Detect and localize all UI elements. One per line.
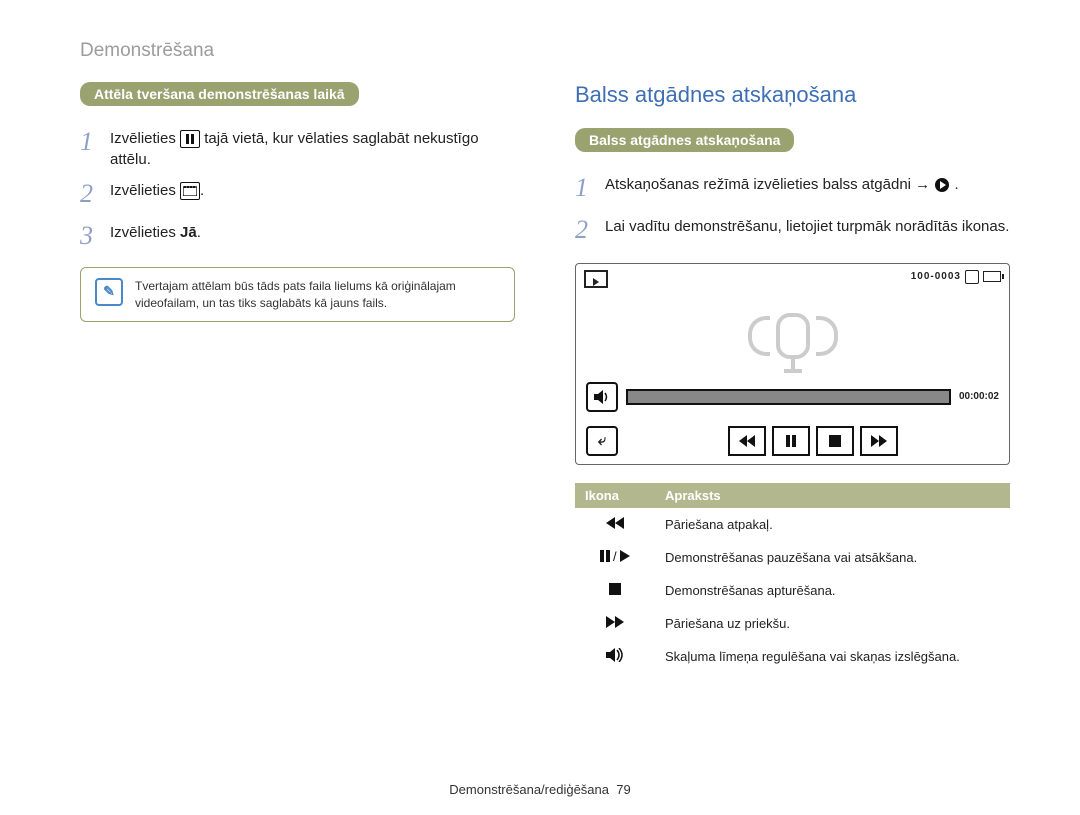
- pause-icon: [180, 130, 200, 148]
- footer-text: Demonstrēšana/rediģēšana: [449, 782, 609, 797]
- back-button[interactable]: ⤶: [586, 426, 618, 456]
- th-icon: Ikona: [575, 483, 655, 508]
- right-section-bar: Balss atgādnes atskaņošana: [575, 128, 794, 152]
- capture-icon: [180, 182, 200, 200]
- stop-icon: [575, 574, 655, 607]
- row-desc: Pāriešana uz priekšu.: [655, 607, 1010, 640]
- r-step-2: 2 Lai vadītu demonstrēšanu, lietojiet tu…: [575, 212, 1010, 248]
- pause-button[interactable]: [772, 426, 810, 456]
- step3-text-a: Izvēlieties: [110, 224, 180, 241]
- microphone-icon: [776, 313, 810, 359]
- wave-right-icon: [816, 316, 838, 356]
- left-section-bar: Attēla tveršana demonstrēšanas laikā: [80, 82, 359, 106]
- page-number: 79: [616, 782, 630, 797]
- r-step-1: 1 Atskaņošanas režīmā izvēlieties balss …: [575, 170, 1010, 206]
- elapsed-time: 00:00:02: [959, 391, 999, 402]
- step1-text-a: Izvēlieties: [110, 130, 180, 147]
- note-box: ✎ Tvertajam attēlam būs tāds pats faila …: [80, 267, 515, 323]
- step-number: 1: [80, 124, 110, 160]
- play-circle-icon: [934, 176, 954, 193]
- right-column: Balss atgādnes atskaņošana Balss atgādne…: [575, 82, 1010, 674]
- row-desc: Pāriešana atpakaļ.: [655, 508, 1010, 541]
- wave-left-icon: [748, 316, 770, 356]
- row-desc: Demonstrēšanas pauzēšana vai atsākšana.: [655, 541, 1010, 574]
- mode-icon: [584, 270, 608, 293]
- step-number: 1: [575, 170, 605, 206]
- progress-bar[interactable]: [626, 389, 951, 405]
- rewind-button[interactable]: [728, 426, 766, 456]
- step-number: 3: [80, 218, 110, 254]
- step-1: 1 Izvēlieties tajā vietā, kur vēlaties s…: [80, 124, 515, 170]
- playback-preview: 100-0003 00:00:02 ⤶: [575, 263, 1010, 465]
- forward-button[interactable]: [860, 426, 898, 456]
- step-2: 2 Izvēlieties .: [80, 176, 515, 212]
- breadcrumb: Demonstrēšana: [80, 40, 1010, 62]
- table-row: Pāriešana atpakaļ.: [575, 508, 1010, 541]
- volume-icon: [575, 640, 655, 674]
- note-text: Tvertajam attēlam būs tāds pats faila li…: [135, 278, 500, 312]
- th-desc: Apraksts: [655, 483, 1010, 508]
- storage-icon: [965, 270, 979, 284]
- stop-button[interactable]: [816, 426, 854, 456]
- section-title: Balss atgādnes atskaņošana: [575, 82, 1010, 108]
- row-desc: Demonstrēšanas apturēšana.: [655, 574, 1010, 607]
- rstep1-text: Atskaņošanas režīmā izvēlieties balss at…: [605, 176, 934, 193]
- file-counter: 100-0003: [911, 271, 961, 282]
- table-row: Pāriešana uz priekšu.: [575, 607, 1010, 640]
- svg-text:/: /: [613, 550, 617, 562]
- forward-icon: [575, 607, 655, 640]
- left-column: Attēla tveršana demonstrēšanas laikā 1 I…: [80, 82, 515, 674]
- step3-yes: Jā: [180, 224, 197, 241]
- rewind-icon: [575, 508, 655, 541]
- rstep2-text: Lai vadītu demonstrēšanu, lietojiet turp…: [605, 212, 1009, 237]
- table-row: / Demonstrēšanas pauzēšana vai atsākšana…: [575, 541, 1010, 574]
- table-row: Skaļuma līmeņa regulēšana vai skaņas izs…: [575, 640, 1010, 674]
- step-number: 2: [575, 212, 605, 248]
- pause-play-icon: /: [575, 541, 655, 574]
- step2-text: Izvēlieties: [110, 182, 180, 199]
- table-row: Demonstrēšanas apturēšana.: [575, 574, 1010, 607]
- battery-icon: [983, 271, 1001, 282]
- volume-button[interactable]: [586, 382, 618, 412]
- step-number: 2: [80, 176, 110, 212]
- note-icon: ✎: [95, 278, 123, 306]
- step-3: 3 Izvēlieties Jā.: [80, 218, 515, 254]
- page-footer: Demonstrēšana/rediģēšana 79: [0, 782, 1080, 797]
- icon-table: Ikona Apraksts Pāriešana atpakaļ. /: [575, 483, 1010, 674]
- row-desc: Skaļuma līmeņa regulēšana vai skaņas izs…: [655, 640, 1010, 674]
